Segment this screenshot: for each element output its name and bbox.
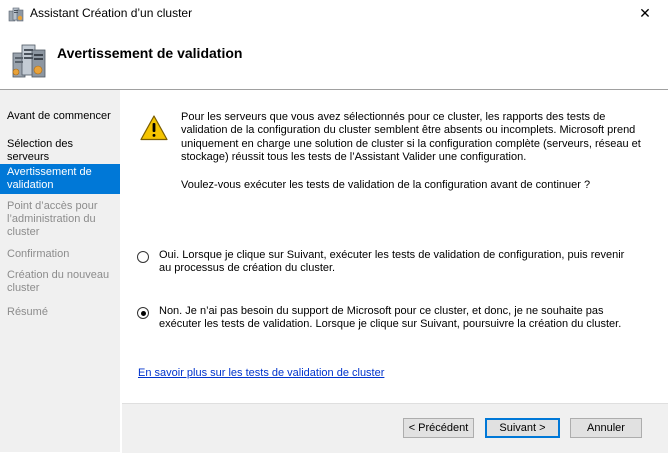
title-bar: Assistant Création d’un cluster ✕ — [0, 0, 668, 27]
validation-warning-text: Pour les serveurs que vous avez sélectio… — [181, 111, 641, 163]
step-avant-de-commencer: Avant de commencer — [7, 110, 111, 122]
step-resume: Résumé — [7, 306, 48, 318]
cluster-server-large-icon — [12, 44, 46, 78]
warning-triangle-icon — [140, 115, 168, 141]
option-no-radio[interactable] — [137, 307, 149, 319]
next-button[interactable]: Suivant > — [485, 418, 560, 438]
step-confirmation: Confirmation — [7, 248, 70, 260]
close-icon[interactable]: ✕ — [622, 0, 668, 27]
step-avertissement-de-validation: Avertissement de validation — [0, 164, 120, 194]
wizard-steps-sidebar: Avant de commencer Sélection des serveur… — [0, 90, 120, 452]
validation-question: Voulez-vous exécuter les tests de valida… — [181, 179, 591, 191]
window-title: Assistant Création d’un cluster — [30, 6, 193, 20]
step-selection-des-serveurs: Sélection des serveurs — [7, 138, 74, 163]
wizard-header: Avertissement de validation — [0, 27, 668, 89]
learn-more-link[interactable]: En savoir plus sur les tests de validati… — [138, 367, 384, 379]
cluster-server-icon — [8, 7, 24, 22]
previous-button[interactable]: < Précédent — [403, 418, 474, 438]
wizard-footer: < Précédent Suivant > Annuler — [122, 403, 668, 453]
option-yes-radio[interactable] — [137, 251, 149, 263]
step-point-d-acces: Point d’accès pour l’administration du c… — [7, 200, 98, 238]
option-no-label[interactable]: Non. Je n’ai pas besoin du support de Mi… — [159, 305, 639, 332]
cancel-button[interactable]: Annuler — [570, 418, 642, 438]
step-creation-du-nouveau-cluster: Création du nouveau cluster — [7, 269, 110, 294]
page-title: Avertissement de validation — [57, 45, 243, 61]
option-yes-label[interactable]: Oui. Lorsque je clique sur Suivant, exéc… — [159, 249, 639, 276]
